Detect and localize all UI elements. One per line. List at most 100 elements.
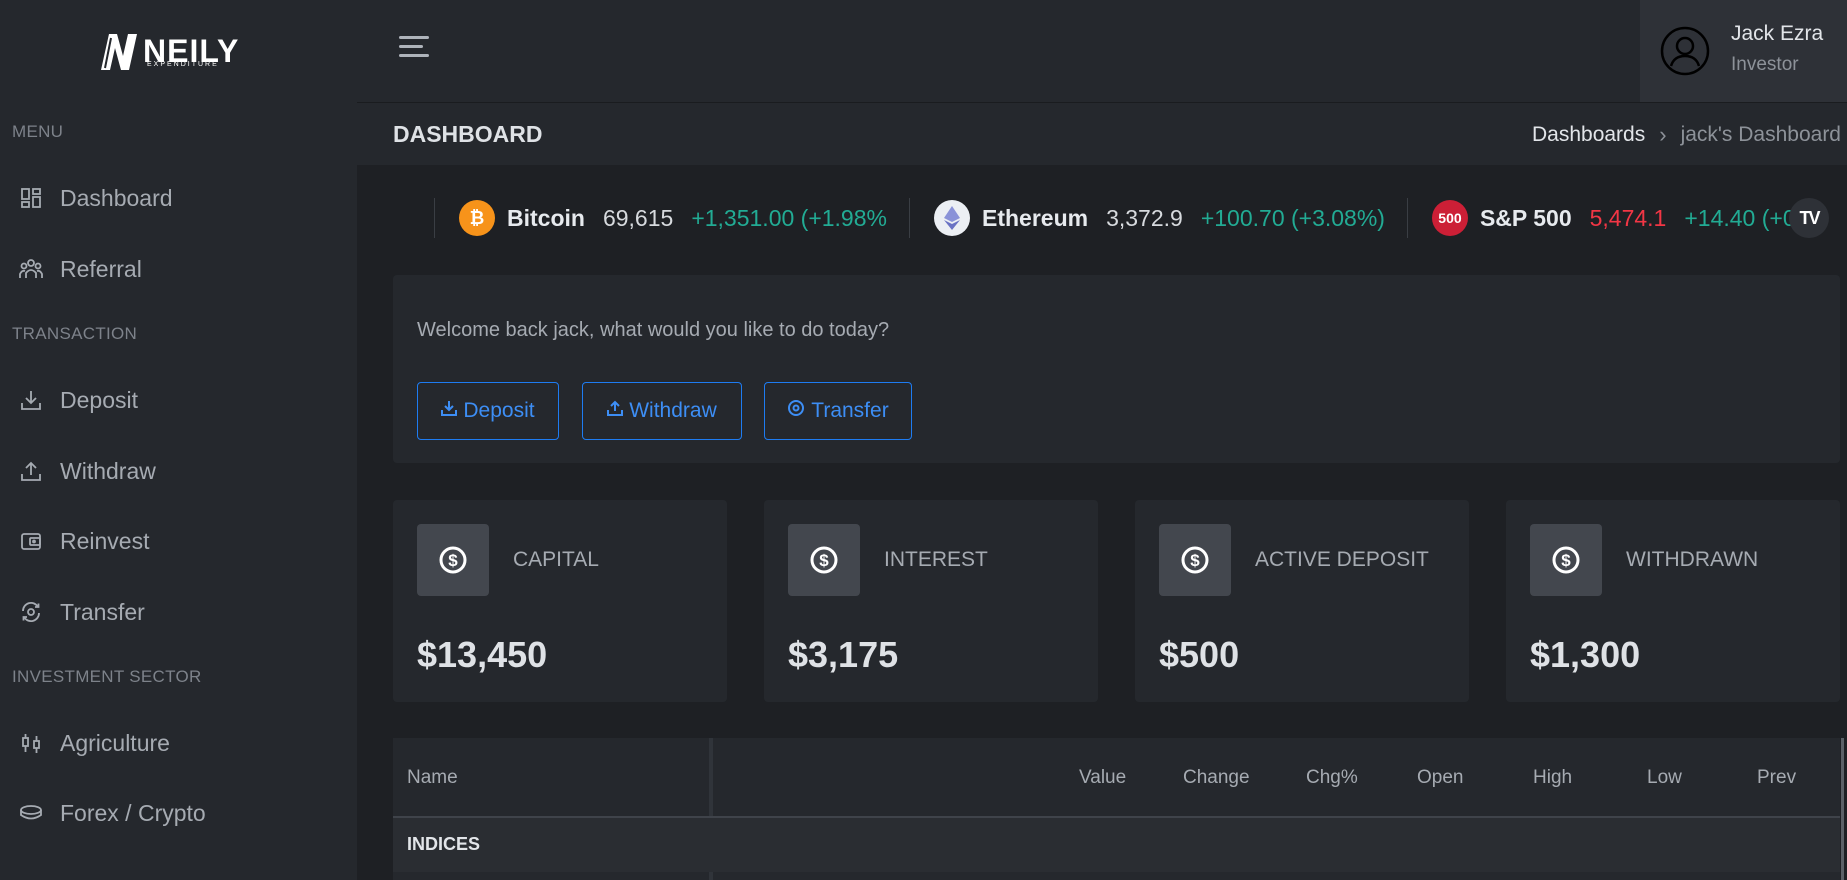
logo-subtitle: EXPENDITURE xyxy=(147,61,219,68)
wallet-icon xyxy=(18,528,44,554)
upload-icon xyxy=(18,458,44,484)
ticker-item-bitcoin[interactable]: ₿ Bitcoin 69,615 +1,351.00 (+1.98% xyxy=(434,198,909,238)
sidebar-item-label: Forex / Crypto xyxy=(60,799,206,826)
users-icon xyxy=(18,256,44,282)
ticker-name: Bitcoin xyxy=(507,204,585,231)
ticker-item-ethereum[interactable]: Ethereum 3,372.9 +100.70 (+3.08%) xyxy=(908,198,1407,238)
ticker-change: +100.70 (+3.08%) xyxy=(1200,204,1385,231)
tradingview-icon[interactable]: TV xyxy=(1789,198,1829,238)
download-icon xyxy=(441,401,458,416)
stat-label: CAPITAL xyxy=(513,548,599,571)
stat-value: $500 xyxy=(1159,634,1240,675)
column-header-change[interactable]: Change xyxy=(1183,767,1250,789)
ticker-change: +1,351.00 (+1.98% xyxy=(691,204,887,231)
sidebar-item-label: Referral xyxy=(60,255,142,282)
sidebar-item-agriculture[interactable]: Agriculture xyxy=(18,723,170,763)
breadcrumb-link-dashboards[interactable]: Dashboards xyxy=(1532,123,1645,147)
sidebar-item-label: Transfer xyxy=(60,598,145,625)
column-header-value[interactable]: Value xyxy=(1079,767,1126,789)
stat-label: INTEREST xyxy=(884,548,988,571)
dollar-coin-icon: $ xyxy=(1159,524,1231,596)
breadcrumb-current: jack's Dashboard xyxy=(1680,123,1841,146)
svg-text:$: $ xyxy=(1561,551,1571,570)
transfer-button-label: Transfer xyxy=(811,399,889,422)
topbar: Jack Ezra Investor xyxy=(357,0,1847,103)
exchange-icon xyxy=(18,599,44,625)
candlestick-icon xyxy=(18,730,44,756)
menu-toggle-icon[interactable] xyxy=(399,36,429,62)
stat-value: $13,450 xyxy=(417,634,548,675)
sidebar-item-label: Dashboard xyxy=(60,184,173,211)
stat-card-capital: $ CAPITAL $13,450 xyxy=(393,500,727,702)
table-section-row xyxy=(393,818,1840,872)
stat-card-interest: $ INTEREST $3,175 xyxy=(764,500,1098,702)
exchange-icon xyxy=(788,400,805,416)
bitcoin-icon: ₿ xyxy=(459,200,495,236)
page-title: DASHBOARD xyxy=(393,121,543,147)
dollar-coin-icon: $ xyxy=(1530,524,1602,596)
ticker-value: 3,372.9 xyxy=(1106,204,1183,231)
menu-section-title: MENU xyxy=(12,122,64,141)
page-title-bar: DASHBOARD Dashboards › jack's Dashboard xyxy=(357,103,1847,165)
column-header-chg-pct[interactable]: Chg% xyxy=(1306,767,1358,789)
dollar-coin-icon: $ xyxy=(417,524,489,596)
welcome-card: Welcome back jack, what would you like t… xyxy=(393,275,1840,463)
stat-card-withdrawn: $ WITHDRAWN $1,300 xyxy=(1506,500,1840,702)
stat-label: ACTIVE DEPOSIT xyxy=(1255,548,1429,571)
deposit-button-label: Deposit xyxy=(463,399,535,422)
sidebar-item-deposit[interactable]: Deposit xyxy=(18,380,138,420)
sidebar-item-transfer[interactable]: Transfer xyxy=(18,592,145,632)
stat-label: WITHDRAWN xyxy=(1626,548,1759,571)
sidebar-item-withdraw[interactable]: Withdraw xyxy=(18,451,156,491)
sidebar-item-label: Withdraw xyxy=(60,457,156,484)
breadcrumb: Dashboards › jack's Dashboard xyxy=(1532,122,1841,148)
user-profile[interactable]: Jack Ezra Investor xyxy=(1640,0,1847,102)
sidebar-item-label: Reinvest xyxy=(60,527,150,554)
ethereum-icon xyxy=(933,200,970,236)
svg-text:$: $ xyxy=(1190,551,1200,570)
section-label-indices: INDICES xyxy=(407,834,481,854)
market-table: Name Value Change Chg% Open High Low Pre… xyxy=(393,738,1844,880)
svg-text:$: $ xyxy=(448,551,458,570)
upload-icon xyxy=(607,400,624,416)
transaction-section-title: TRANSACTION xyxy=(12,324,138,343)
chevron-right-icon: › xyxy=(1659,122,1667,147)
stat-value: $3,175 xyxy=(788,634,899,675)
svg-text:$: $ xyxy=(819,551,829,570)
sidebar-item-referral[interactable]: Referral xyxy=(18,249,142,289)
withdraw-button-label: Withdraw xyxy=(629,399,717,422)
sp500-icon: 500 xyxy=(1431,200,1468,236)
user-role: Investor xyxy=(1731,54,1799,75)
ticker-name: S&P 500 xyxy=(1479,204,1572,231)
investment-section-title: INVESTMENT SECTOR xyxy=(12,667,202,686)
dollar-coin-icon: $ xyxy=(788,524,860,596)
sidebar-item-reinvest[interactable]: Reinvest xyxy=(18,521,149,561)
column-header-prev[interactable]: Prev xyxy=(1757,767,1796,789)
column-header-name[interactable]: Name xyxy=(407,767,458,789)
sidebar-item-forex-crypto[interactable]: Forex / Crypto xyxy=(18,793,206,833)
dashboard-icon xyxy=(18,185,44,211)
avatar-icon xyxy=(1660,26,1710,76)
user-name: Jack Ezra xyxy=(1731,22,1824,45)
ticker-name: Ethereum xyxy=(981,204,1089,231)
download-icon xyxy=(18,387,44,413)
ticker-value: 5,474.1 xyxy=(1589,204,1667,231)
ticker-value: 69,615 xyxy=(602,204,674,231)
withdraw-button[interactable]: Withdraw xyxy=(582,382,742,440)
stat-value: $1,300 xyxy=(1530,634,1641,675)
column-header-low[interactable]: Low xyxy=(1647,767,1682,789)
deposit-button[interactable]: Deposit xyxy=(417,382,559,440)
logo-mark-icon xyxy=(101,34,137,70)
column-header-high[interactable]: High xyxy=(1533,767,1572,789)
market-ticker[interactable]: ₿ Bitcoin 69,615 +1,351.00 (+1.98% Ether… xyxy=(434,195,1829,241)
coins-icon xyxy=(18,800,44,826)
transfer-button[interactable]: Transfer xyxy=(764,382,912,440)
ticker-item-sp500[interactable]: 500 S&P 500 5,474.1 +14.40 (+0.2 xyxy=(1406,198,1829,238)
stat-card-active-deposit: $ ACTIVE DEPOSIT $500 xyxy=(1135,500,1469,702)
table-scrollbar[interactable] xyxy=(1841,738,1844,880)
sidebar: NEILY EXPENDITURE MENU Dashboard Referra… xyxy=(0,0,357,880)
column-header-open[interactable]: Open xyxy=(1417,767,1463,789)
welcome-message: Welcome back jack, what would you like t… xyxy=(417,319,890,341)
sidebar-item-dashboard[interactable]: Dashboard xyxy=(18,178,173,218)
brand-logo[interactable]: NEILY EXPENDITURE xyxy=(95,28,245,74)
